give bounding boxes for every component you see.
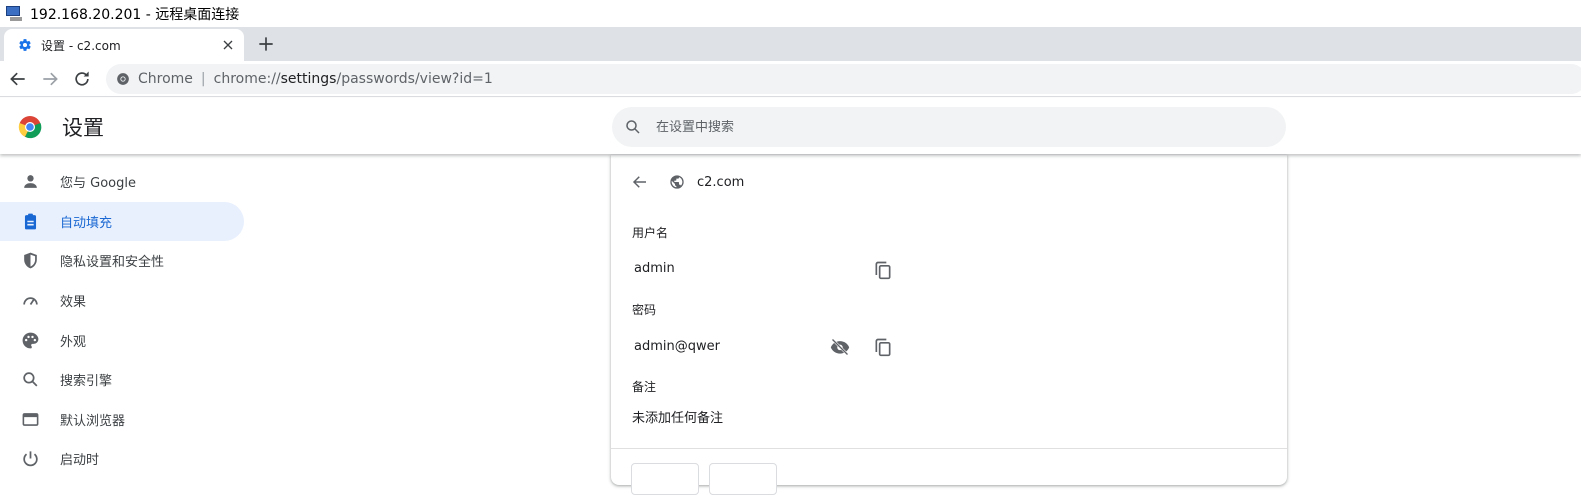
person-icon bbox=[24, 175, 37, 189]
site-name: c2.com bbox=[697, 174, 745, 190]
sidebar-item-you-and-google[interactable]: 您与 Google bbox=[0, 162, 244, 202]
password-detail-card: c2.com 用户名 admin 密码 admin@qwer 备注 未添加任何备… bbox=[611, 155, 1287, 495]
reload-icon[interactable] bbox=[72, 69, 92, 89]
gear-icon bbox=[19, 39, 31, 51]
search-icon bbox=[626, 120, 640, 134]
sidebar-item-label: 搜索引擎 bbox=[60, 374, 113, 390]
card-header: c2.com bbox=[631, 173, 744, 191]
palette-icon bbox=[22, 332, 39, 349]
sidebar-item-label: 启动时 bbox=[60, 453, 100, 469]
globe-icon bbox=[670, 175, 684, 189]
password-value[interactable]: admin@qwer bbox=[634, 339, 720, 354]
back-arrow-icon[interactable] bbox=[8, 69, 28, 89]
new-tab-plus-icon[interactable] bbox=[256, 34, 276, 54]
sidebar-item-performance[interactable]: 效果 bbox=[0, 281, 244, 321]
chrome-logo-icon bbox=[18, 116, 42, 139]
note-value: 未添加任何备注 bbox=[632, 411, 724, 426]
settings-sidebar: 您与 Google 自动填充 隐私设置和安全性 效果 外观 搜索引擎 默认浏览器… bbox=[0, 162, 244, 479]
url-text: chrome://settings/passwords/view?id=1 bbox=[213, 71, 493, 87]
tab-title: 设置 - c2.com bbox=[41, 38, 121, 53]
tab-strip: 设置 - c2.com bbox=[0, 27, 1581, 61]
browser-toolbar: Chrome | chrome://settings/passwords/vie… bbox=[0, 61, 1581, 97]
copy-icon[interactable] bbox=[873, 260, 893, 280]
sidebar-item-appearance[interactable]: 外观 bbox=[0, 320, 244, 360]
sidebar-item-privacy[interactable]: 隐私设置和安全性 bbox=[0, 241, 244, 281]
note-label: 备注 bbox=[632, 380, 657, 394]
back-arrow-icon[interactable] bbox=[631, 173, 649, 191]
page-title: 设置 bbox=[62, 116, 104, 140]
username-value[interactable]: admin bbox=[634, 261, 675, 276]
tab-settings[interactable]: 设置 - c2.com bbox=[4, 29, 244, 61]
sidebar-item-default-browser[interactable]: 默认浏览器 bbox=[0, 400, 244, 440]
close-icon[interactable] bbox=[220, 37, 236, 53]
browser-icon bbox=[22, 413, 39, 426]
settings-search[interactable] bbox=[612, 107, 1286, 147]
sidebar-item-search-engine[interactable]: 搜索引擎 bbox=[0, 360, 244, 400]
sidebar-item-label: 外观 bbox=[60, 334, 87, 350]
sidebar-item-autofill[interactable]: 自动填充 bbox=[0, 201, 244, 242]
sidebar-item-label: 自动填充 bbox=[60, 215, 113, 231]
forward-arrow-icon[interactable] bbox=[40, 69, 60, 89]
address-bar[interactable]: Chrome | chrome://settings/passwords/vie… bbox=[106, 64, 1581, 94]
card-divider bbox=[611, 448, 1287, 449]
delete-button[interactable] bbox=[709, 463, 777, 495]
power-icon bbox=[23, 451, 38, 467]
sidebar-item-label: 您与 Google bbox=[60, 176, 136, 192]
settings-header: 设置 bbox=[0, 98, 1581, 154]
site-chip: Chrome bbox=[138, 71, 193, 87]
search-input[interactable] bbox=[656, 119, 1216, 135]
remote-desktop-icon bbox=[6, 5, 24, 22]
visibility-off-icon[interactable] bbox=[830, 337, 850, 357]
password-label: 密码 bbox=[632, 303, 657, 317]
sidebar-item-label: 默认浏览器 bbox=[60, 413, 126, 429]
username-label: 用户名 bbox=[632, 226, 669, 240]
window-title: 192.168.20.201 - 远程桌面连接 bbox=[30, 6, 240, 23]
edit-button[interactable] bbox=[631, 463, 699, 495]
chrome-icon bbox=[117, 73, 129, 85]
copy-icon[interactable] bbox=[873, 337, 893, 357]
shield-icon bbox=[24, 253, 37, 269]
search-icon bbox=[23, 372, 38, 387]
sidebar-item-on-startup[interactable]: 启动时 bbox=[0, 439, 244, 479]
clipboard-icon bbox=[24, 213, 37, 230]
remote-desktop-title-bar: 192.168.20.201 - 远程桌面连接 bbox=[0, 0, 1581, 27]
sidebar-item-label: 隐私设置和安全性 bbox=[60, 255, 165, 271]
address-separator: | bbox=[200, 71, 206, 87]
sidebar-item-label: 效果 bbox=[60, 295, 87, 311]
speedometer-icon bbox=[23, 297, 38, 306]
